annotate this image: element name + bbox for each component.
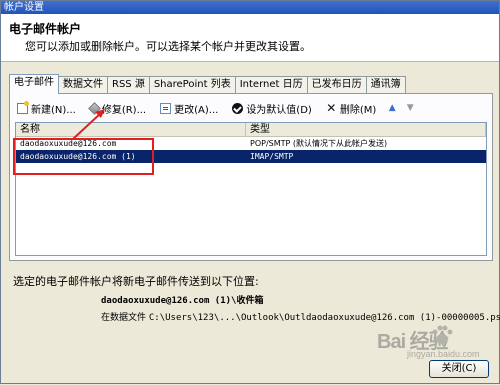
column-header-type[interactable]: 类型 — [246, 123, 486, 136]
account-type: POP/SMTP (默认情况下从此帐户发送) — [246, 137, 486, 150]
repair-icon — [87, 101, 101, 115]
delete-button[interactable]: ✕ 删除(M) — [320, 98, 382, 118]
delete-icon: ✕ — [326, 100, 337, 115]
tab-rss[interactable]: RSS 源 — [107, 76, 150, 94]
baidu-jingyan-watermark: Bai 经验 jingyan.baidu.com — [331, 319, 491, 363]
list-header: 名称 类型 — [16, 123, 486, 137]
window-title: 帐户设置 — [4, 2, 44, 13]
account-settings-window: 帐户设置 电子邮件帐户 您可以添加或删除帐户。可以选择某个帐户并更改其设置。 电… — [0, 0, 500, 384]
annotation-highlight-box — [13, 138, 154, 175]
watermark-url: jingyan.baidu.com — [407, 349, 480, 359]
account-type: IMAP/SMTP — [250, 152, 294, 161]
change-icon — [160, 102, 172, 114]
header-title: 电子邮件帐户 — [9, 22, 82, 36]
arrow-down-icon[interactable]: ▼ — [402, 98, 418, 118]
set-default-button[interactable]: 设为默认值(D) — [226, 98, 318, 118]
check-icon — [232, 102, 244, 114]
account-type-text: POP/SMTP (默认情况下从此帐户发送) — [250, 139, 388, 148]
column-header-name[interactable]: 名称 — [16, 123, 246, 136]
change-button-label: 更改(A)... — [174, 104, 219, 116]
tab-sharepoint[interactable]: SharePoint 列表 — [148, 76, 236, 94]
repair-button[interactable]: 修复(R)... — [84, 98, 152, 118]
arrow-up-icon[interactable]: ▲ — [384, 98, 400, 118]
new-button-label: 新建(N)... — [31, 104, 76, 116]
title-bar: 帐户设置 — [1, 1, 499, 14]
set-default-button-label: 设为默认值(D) — [246, 104, 312, 116]
new-account-icon — [17, 100, 29, 114]
delivery-account-folder: daodaoxuxude@126.com (1)\收件箱 — [101, 296, 264, 306]
repair-button-label: 修复(R)... — [101, 104, 147, 116]
new-button[interactable]: 新建(N)... — [11, 98, 82, 118]
tab-data-files[interactable]: 数据文件 — [58, 76, 108, 94]
change-button[interactable]: 更改(A)... — [154, 98, 224, 118]
tab-address-book[interactable]: 通讯簿 — [365, 76, 406, 94]
close-button[interactable]: 关闭(C) — [429, 360, 489, 378]
paw-icon — [432, 325, 453, 344]
header-panel: 电子邮件帐户 您可以添加或删除帐户。可以选择某个帐户并更改其设置。 — [1, 14, 499, 62]
delivery-location-label: 选定的电子邮件帐户将新电子邮件传送到以下位置: — [13, 275, 259, 288]
delete-button-label: 删除(M) — [339, 104, 377, 116]
tab-email[interactable]: 电子邮件 — [9, 74, 59, 94]
account-toolbar: 新建(N)... 修复(R)... 更改(A)... 设为默认值(D) ✕ 删除… — [11, 97, 418, 119]
header-description: 您可以添加或删除帐户。可以选择某个帐户并更改其设置。 — [25, 40, 311, 53]
tab-strip: 电子邮件 数据文件 RSS 源 SharePoint 列表 Internet 日… — [9, 74, 406, 94]
tab-internet-calendar[interactable]: Internet 日历 — [234, 76, 308, 94]
delivery-path-prefix: 在数据文件 — [101, 313, 149, 323]
tab-published-calendar[interactable]: 已发布日历 — [306, 76, 367, 94]
